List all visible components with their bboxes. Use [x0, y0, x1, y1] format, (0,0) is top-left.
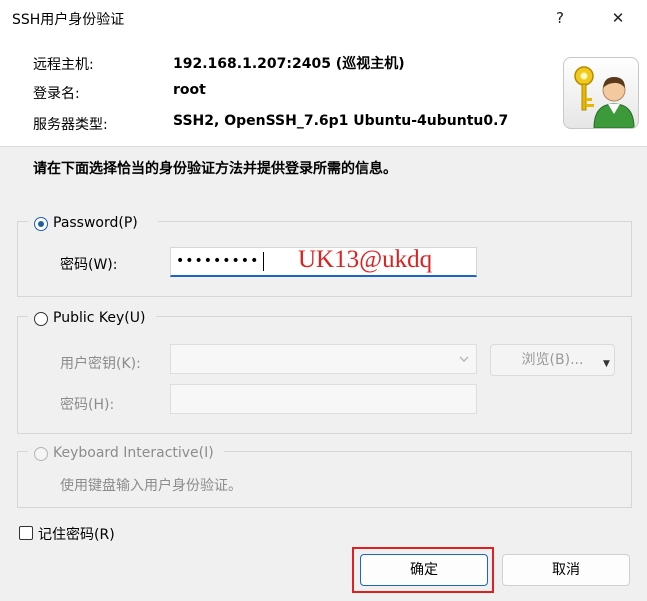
- keyboard-interactive-radio[interactable]: [34, 447, 48, 461]
- browse-button-label: 浏览(B)...: [521, 352, 584, 368]
- host-value: 192.168.1.207:2405 (巡视主机): [173, 56, 405, 72]
- password-annotation: UK13@ukdq: [298, 246, 433, 273]
- connection-info-panel: 远程主机: 192.168.1.207:2405 (巡视主机) 登录名: roo…: [0, 37, 647, 147]
- passphrase-label: 密码(H):: [60, 397, 115, 413]
- login-label: 登录名:: [33, 86, 80, 102]
- remember-password-label[interactable]: 记住密码(R): [38, 524, 115, 544]
- help-button[interactable]: ?: [545, 5, 575, 31]
- cancel-button[interactable]: 取消: [502, 554, 630, 586]
- instruction-text: 请在下面选择恰当的身份验证方法并提供登录所需的信息。: [33, 161, 397, 177]
- keyboard-interactive-radio-label[interactable]: Keyboard Interactive(I): [53, 445, 214, 461]
- password-field-label: 密码(W):: [60, 257, 118, 273]
- browse-button[interactable]: 浏览(B)... ▼: [490, 344, 615, 376]
- keyboard-interactive-description: 使用键盘输入用户身份验证。: [60, 478, 242, 494]
- password-radio[interactable]: [34, 217, 48, 231]
- password-radio-label[interactable]: Password(P): [53, 215, 138, 231]
- server-type-value: SSH2, OpenSSH_7.6p1 Ubuntu-4ubuntu0.7: [173, 113, 509, 129]
- close-button[interactable]: ✕: [603, 5, 633, 31]
- public-key-radio[interactable]: [34, 312, 48, 326]
- password-mask: •••••••••: [176, 253, 260, 269]
- host-label: 远程主机:: [33, 57, 94, 73]
- user-key-select[interactable]: [170, 344, 477, 374]
- text-caret: [263, 252, 264, 271]
- user-key-icon: [563, 57, 639, 129]
- window-title: SSH用户身份验证: [12, 12, 125, 28]
- passphrase-input[interactable]: [170, 384, 477, 414]
- ok-button-highlight: [352, 547, 494, 593]
- user-key-label: 用户密钥(K):: [60, 356, 141, 372]
- title-bar: SSH用户身份验证 ? ✕: [0, 0, 647, 37]
- dropdown-arrow-icon: ▼: [603, 359, 610, 369]
- chevron-down-icon: [459, 356, 469, 362]
- public-key-radio-label[interactable]: Public Key(U): [53, 310, 145, 326]
- remember-password-checkbox[interactable]: [19, 526, 33, 540]
- server-type-label: 服务器类型:: [33, 117, 108, 133]
- login-value: root: [173, 82, 206, 98]
